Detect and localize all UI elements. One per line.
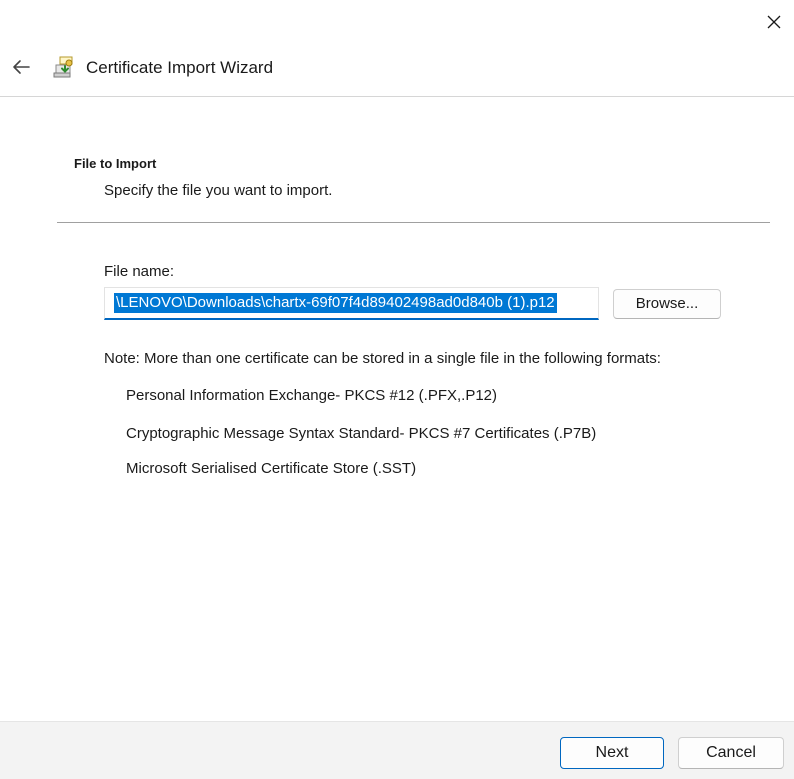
close-button[interactable] (756, 4, 792, 40)
file-name-label: File name: (104, 263, 175, 280)
certificate-wizard-icon (53, 56, 73, 78)
format-item-pfx: Personal Information Exchange- PKCS #12 … (126, 387, 498, 404)
section-subtitle: Specify the file you want to import. (104, 182, 333, 199)
header-divider (57, 222, 770, 223)
section-title: File to Import (74, 156, 157, 171)
file-name-input[interactable]: \LENOVO\Downloads\chartx-69f07f4d8940249… (104, 287, 599, 320)
formats-note: Note: More than one certificate can be s… (104, 350, 661, 367)
browse-button[interactable]: Browse... (613, 289, 721, 319)
close-icon (767, 15, 781, 29)
back-arrow-icon (13, 60, 30, 74)
wizard-title: Certificate Import Wizard (86, 58, 274, 77)
cancel-button[interactable]: Cancel (678, 737, 784, 769)
certificate-import-wizard-window: Certificate Import Wizard File to Import… (0, 0, 794, 779)
file-name-value: \LENOVO\Downloads\chartx-69f07f4d8940249… (114, 293, 557, 313)
wizard-header: Certificate Import Wizard (0, 40, 794, 97)
next-button[interactable]: Next (560, 737, 664, 769)
back-button[interactable] (6, 52, 36, 82)
format-item-sst: Microsoft Serialised Certificate Store (… (126, 460, 417, 477)
format-item-p7b: Cryptographic Message Syntax Standard- P… (126, 425, 597, 442)
wizard-footer: Next Cancel (0, 721, 794, 779)
